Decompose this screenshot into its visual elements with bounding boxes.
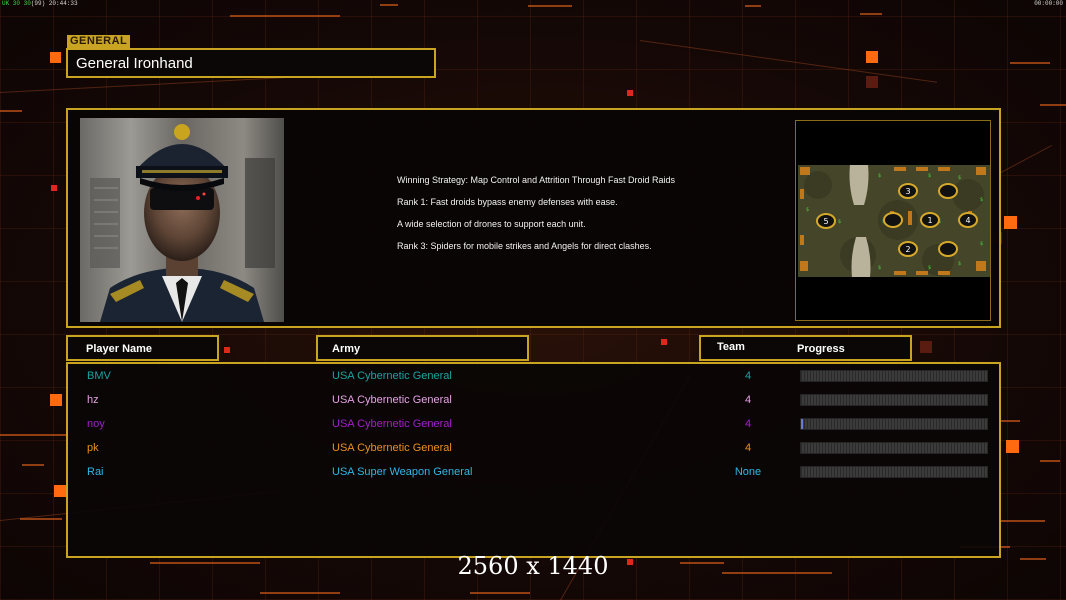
player-team: 4: [744, 394, 752, 406]
player-team: 4: [744, 442, 752, 454]
progress-bar: [800, 394, 988, 406]
fps-text: UK 30 30: [2, 0, 31, 7]
progress-bar: [800, 418, 988, 430]
strategy-line: Winning Strategy: Map Control and Attrit…: [397, 175, 675, 185]
player-name: noy: [87, 418, 105, 430]
general-portrait-image: [80, 118, 284, 322]
player-name: pk: [87, 442, 99, 454]
general-tag: GENERAL: [67, 35, 131, 48]
general-info-panel: Winning Strategy: Map Control and Attrit…: [66, 108, 1001, 328]
map-slot-label: 2: [905, 245, 910, 254]
strategy-line: Rank 1: Fast droids bypass enemy defense…: [397, 197, 618, 207]
svg-text:$: $: [928, 265, 931, 271]
strategy-text: Winning Strategy: Map Control and Attrit…: [397, 175, 697, 263]
svg-text:$: $: [806, 207, 809, 213]
map-preview: $$$ $$$ $$$ $$$ 3 5: [795, 120, 991, 321]
strategy-line: A wide selection of drones to support ea…: [397, 219, 586, 229]
header-army: Army: [316, 335, 529, 361]
table-row: BMV USA Cybernetic General 4: [68, 366, 999, 390]
player-army: USA Cybernetic General: [332, 418, 452, 430]
header-player-name: Player Name: [66, 335, 219, 361]
resolution-label: 2560 x 1440: [457, 552, 609, 580]
svg-text:$: $: [958, 261, 961, 267]
header-army-label: Army: [332, 343, 361, 355]
map-graphic: $$$ $$$ $$$ $$$ 3 5: [798, 165, 990, 277]
player-name: BMV: [87, 370, 111, 382]
player-table: BMV USA Cybernetic General 4 hz USA Cybernet…: [66, 362, 1001, 558]
progress-bar: [800, 442, 988, 454]
player-name: hz: [87, 394, 99, 406]
table-row: Rai USA Super Weapon General None: [68, 462, 999, 486]
map-slot-label: 3: [905, 187, 910, 196]
map-slot-label: 5: [823, 217, 828, 226]
svg-text:$: $: [980, 197, 983, 203]
map-slot-label: 4: [965, 216, 970, 225]
svg-text:$: $: [980, 241, 983, 247]
player-team: 4: [744, 418, 752, 430]
player-army: USA Super Weapon General: [332, 466, 473, 478]
strategy-line: Rank 3: Spiders for mobile strikes and A…: [397, 241, 652, 251]
svg-text:$: $: [838, 219, 841, 225]
general-portrait: [80, 118, 284, 322]
player-team: None: [734, 466, 762, 478]
header-team-progress: Team Progress: [699, 335, 912, 361]
progress-bar: [800, 466, 988, 478]
player-army: USA Cybernetic General: [332, 370, 452, 382]
clock: 00:00:00: [1034, 0, 1063, 7]
svg-text:$: $: [878, 173, 881, 179]
general-name-box: General Ironhand: [66, 48, 436, 78]
map-image: $$$ $$$ $$$ $$$ 3 5: [798, 165, 990, 277]
session-time: 20:44:33: [48, 0, 78, 7]
player-army: USA Cybernetic General: [332, 442, 452, 454]
progress-fill: [801, 419, 803, 429]
player-name: Rai: [87, 466, 104, 478]
header-player-name-label: Player Name: [86, 343, 153, 355]
frame-count: (99): [30, 0, 46, 7]
general-name: General Ironhand: [76, 55, 193, 72]
status-bar: UK 30 30(99) 20:44:33 00:00:00: [0, 0, 1066, 8]
fps-counter: UK 30 30(99) 20:44:33: [2, 0, 78, 7]
header-team-label: Team: [717, 341, 745, 353]
header-progress-label: Progress: [797, 343, 845, 355]
map-slot-label: 1: [927, 216, 932, 225]
progress-bar: [800, 370, 988, 382]
svg-text:$: $: [928, 173, 931, 179]
player-team: 4: [744, 370, 752, 382]
table-row: noy USA Cybernetic General 4: [68, 414, 999, 438]
table-row: hz USA Cybernetic General 4: [68, 390, 999, 414]
svg-text:$: $: [958, 175, 961, 181]
table-row: pk USA Cybernetic General 4: [68, 438, 999, 462]
svg-text:$: $: [878, 265, 881, 271]
player-army: USA Cybernetic General: [332, 394, 452, 406]
